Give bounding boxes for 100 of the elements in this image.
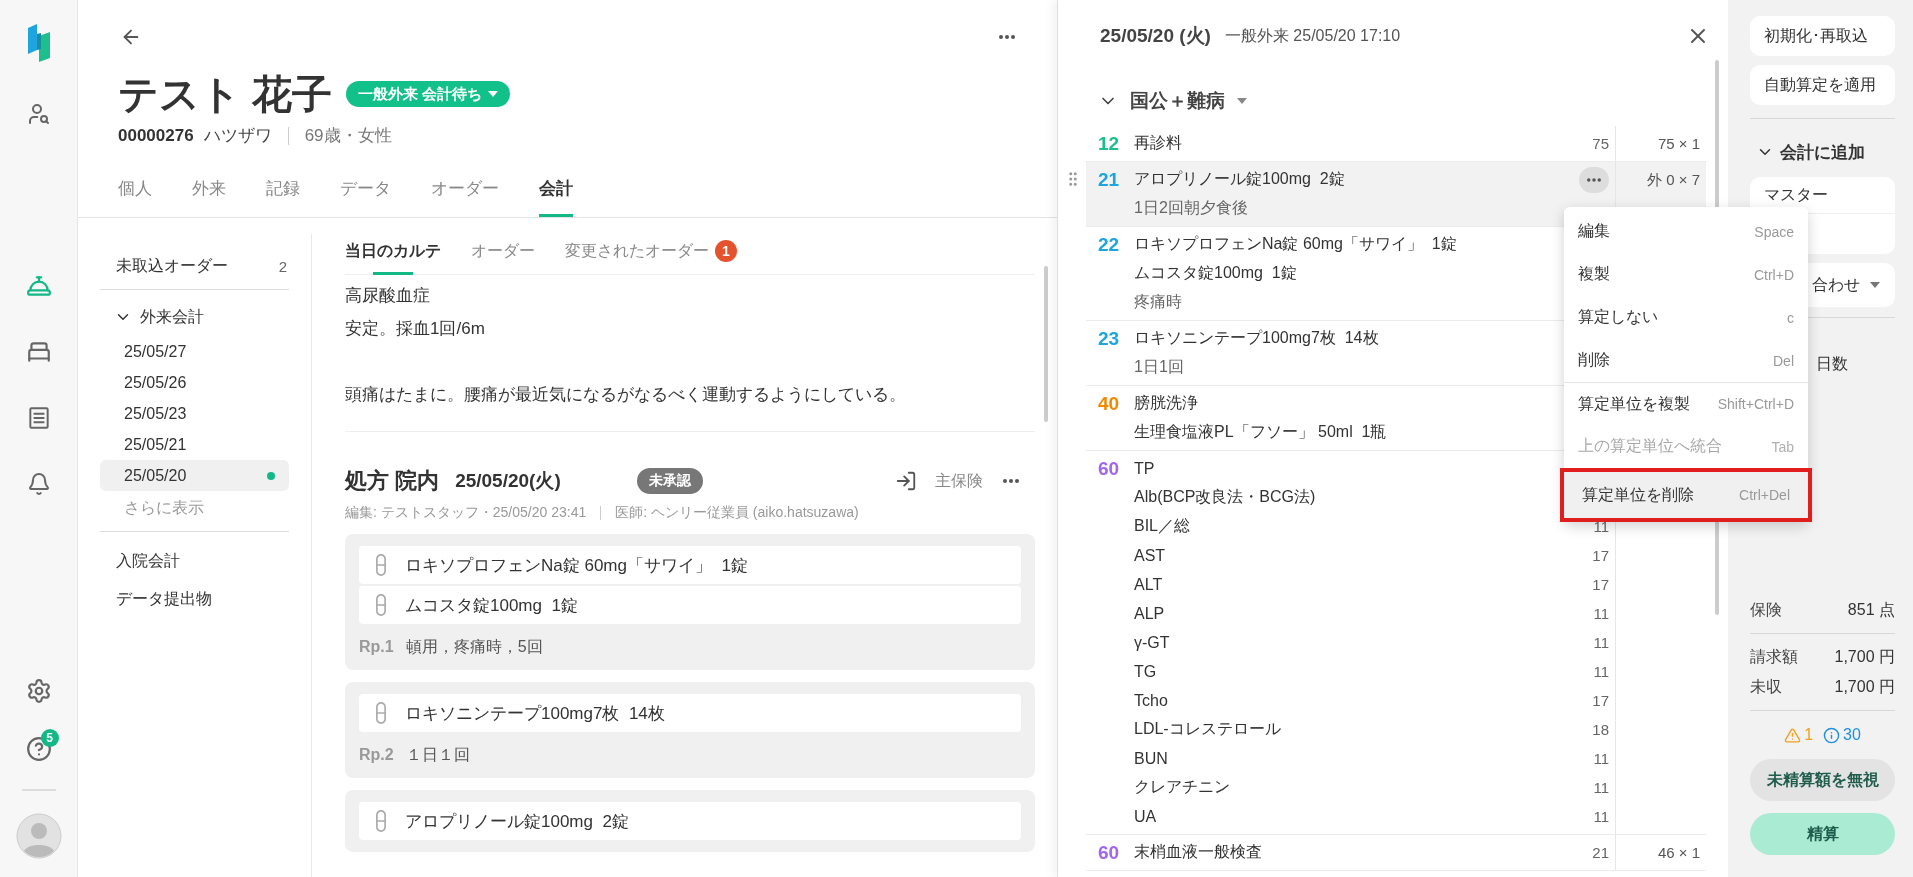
amount: 46 × 1: [1657, 844, 1700, 861]
date-item[interactable]: 25/05/21: [100, 429, 289, 460]
tab[interactable]: 個人: [118, 177, 152, 217]
scrollbar[interactable]: [1044, 266, 1048, 422]
menu-item[interactable]: 削除 Del: [1564, 339, 1808, 382]
points: 11: [1592, 663, 1610, 680]
amount: 75 × 1: [1657, 135, 1700, 152]
rp-usage: １日１回: [405, 744, 470, 765]
visit-info: 一般外来 25/05/20 17:10: [1224, 25, 1401, 46]
pending-orders-item[interactable]: 未取込オーダー 2: [100, 256, 289, 290]
rp-label: Rp.2: [359, 746, 394, 764]
tab[interactable]: 記録: [266, 177, 300, 217]
points: 17: [1591, 547, 1610, 564]
tab[interactable]: データ: [340, 177, 391, 217]
menu-item[interactable]: 算定単位を削除 Ctrl+Del: [1560, 468, 1812, 522]
total-label: 未収: [1750, 676, 1782, 697]
ignore-unpaid-button[interactable]: 未精算額を無視: [1750, 759, 1895, 801]
item-name: 生理食塩液PL「フソー」 50ml 1瓶: [1134, 422, 1387, 442]
more-button[interactable]: [1579, 166, 1609, 193]
menu-item[interactable]: 算定単位を複製 Shift+Ctrl+D: [1564, 382, 1808, 425]
item-name: ALT: [1134, 575, 1163, 594]
group-toggle[interactable]: 外来会計: [100, 298, 204, 336]
total-label: 請求額: [1750, 646, 1798, 667]
prescription-date: 25/05/20(火): [455, 469, 561, 493]
item-name: ロキソプロフェンNa錠 60mg「サワイ」 1錠: [1134, 234, 1457, 254]
action-button[interactable]: 自動算定を適用: [1750, 65, 1895, 105]
billing-row[interactable]: 60 末梢血液一般検査 21 46 × 1: [1086, 835, 1706, 871]
category-code: 23: [1097, 327, 1121, 351]
more-icon: [999, 35, 1015, 39]
action-button[interactable]: 初期化･再取込: [1750, 16, 1895, 56]
drug-item[interactable]: アロプリノール錠100mg 2錠: [359, 802, 1021, 840]
rp-usage: 頓用，疼痛時，5回: [405, 636, 543, 657]
more-button[interactable]: [997, 33, 1017, 41]
item-name: γ-GT: [1134, 633, 1170, 652]
insurance-points: 851 点: [1847, 599, 1895, 620]
category-code: 60: [1097, 841, 1121, 865]
tab[interactable]: 外来: [192, 177, 226, 217]
tab[interactable]: オーダー: [431, 177, 499, 217]
bell-icon: [26, 472, 51, 496]
item-name: Tcho: [1134, 691, 1168, 710]
doctor-info: 医師: ヘンリー従業員 (aiko.hatsuzawa): [615, 504, 859, 522]
notification-badge: 5: [40, 729, 59, 747]
points: 11: [1592, 605, 1610, 622]
patient-info: 69歳・女性: [304, 125, 392, 147]
menu-item[interactable]: 複製 Ctrl+D: [1564, 253, 1808, 296]
drug-item[interactable]: ロキソプロフェンNa錠 60mg「サワイ」 1錠: [359, 546, 1021, 584]
bed-icon: [25, 339, 52, 365]
total-value: 1,700 円: [1834, 676, 1895, 697]
note-line: 高尿酸血症: [345, 285, 431, 307]
category-code: 12: [1097, 132, 1121, 156]
caret-icon: [1237, 98, 1247, 104]
date-item[interactable]: 25/05/26: [100, 367, 289, 398]
drug-item[interactable]: ムコスタ錠100mg 1錠: [359, 586, 1021, 624]
tab[interactable]: 会計: [539, 177, 573, 217]
settle-button[interactable]: 精算: [1750, 813, 1895, 855]
count-badge: 1: [715, 240, 737, 262]
drug-item[interactable]: ロキソニンテープ100mg7枚 14枚: [359, 694, 1021, 732]
drawer-date: 25/05/20 (火): [1100, 24, 1211, 48]
insurance-link[interactable]: 主保険: [935, 470, 983, 492]
date-item[interactable]: 25/05/27: [100, 336, 289, 367]
points: 75: [1591, 135, 1610, 152]
patient-name: テスト 花子: [118, 71, 333, 118]
more-button[interactable]: [1001, 477, 1021, 485]
add-section-toggle[interactable]: 会計に追加: [1750, 137, 1895, 167]
item-name: ロキソニンテープ100mg7枚 14枚: [1134, 328, 1379, 348]
item-name: 疼痛時: [1134, 292, 1182, 312]
rp-label: Rp.1: [359, 638, 394, 656]
sub-tab[interactable]: オーダー: [471, 240, 535, 274]
item-name: TP: [1134, 459, 1155, 478]
nav-link[interactable]: 入院会計: [100, 542, 180, 580]
date-item[interactable]: 25/05/23: [100, 398, 289, 429]
sub-tab[interactable]: 変更されたオーダー 1: [565, 240, 737, 274]
nav-link[interactable]: データ提出物: [100, 580, 212, 618]
sub-tab[interactable]: 当日のカルテ: [345, 240, 441, 274]
insurance-group-toggle[interactable]: 国公＋難病: [1086, 84, 1247, 118]
points: 21: [1591, 844, 1610, 861]
menu-item[interactable]: 編集 Space: [1564, 210, 1808, 253]
category-code: 22: [1097, 233, 1121, 257]
points: 11: [1592, 634, 1610, 651]
category-code: 60: [1097, 457, 1121, 481]
points: 17: [1591, 692, 1610, 709]
note-line: 頭痛はたまに。腰痛が最近気になるがなるべく運動するようにしている。: [345, 384, 907, 406]
item-name: TG: [1134, 662, 1157, 681]
import-icon[interactable]: [895, 470, 917, 492]
item-name: クレアチニン: [1134, 777, 1230, 797]
item-name: 1日1回: [1134, 357, 1184, 377]
editor-info: 編集: テストスタッフ・25/05/20 23:41: [345, 504, 587, 522]
prescription-title: 処方 院内: [345, 467, 440, 495]
caret-icon: [1870, 282, 1880, 288]
more-icon: [1587, 177, 1601, 182]
caret-icon: [488, 91, 499, 97]
patient-id: 00000276: [118, 125, 194, 146]
date-item[interactable]: 25/05/20: [100, 460, 289, 491]
user-search-icon: [26, 102, 51, 126]
item-name: BIL／総: [1134, 516, 1190, 536]
item-name: ALP: [1134, 604, 1165, 623]
item-name: 再診料: [1134, 133, 1182, 153]
menu-item[interactable]: 算定しない c: [1564, 296, 1808, 339]
note-line: 安定。採血1回/6m: [345, 318, 486, 340]
points: 11: [1592, 808, 1610, 825]
